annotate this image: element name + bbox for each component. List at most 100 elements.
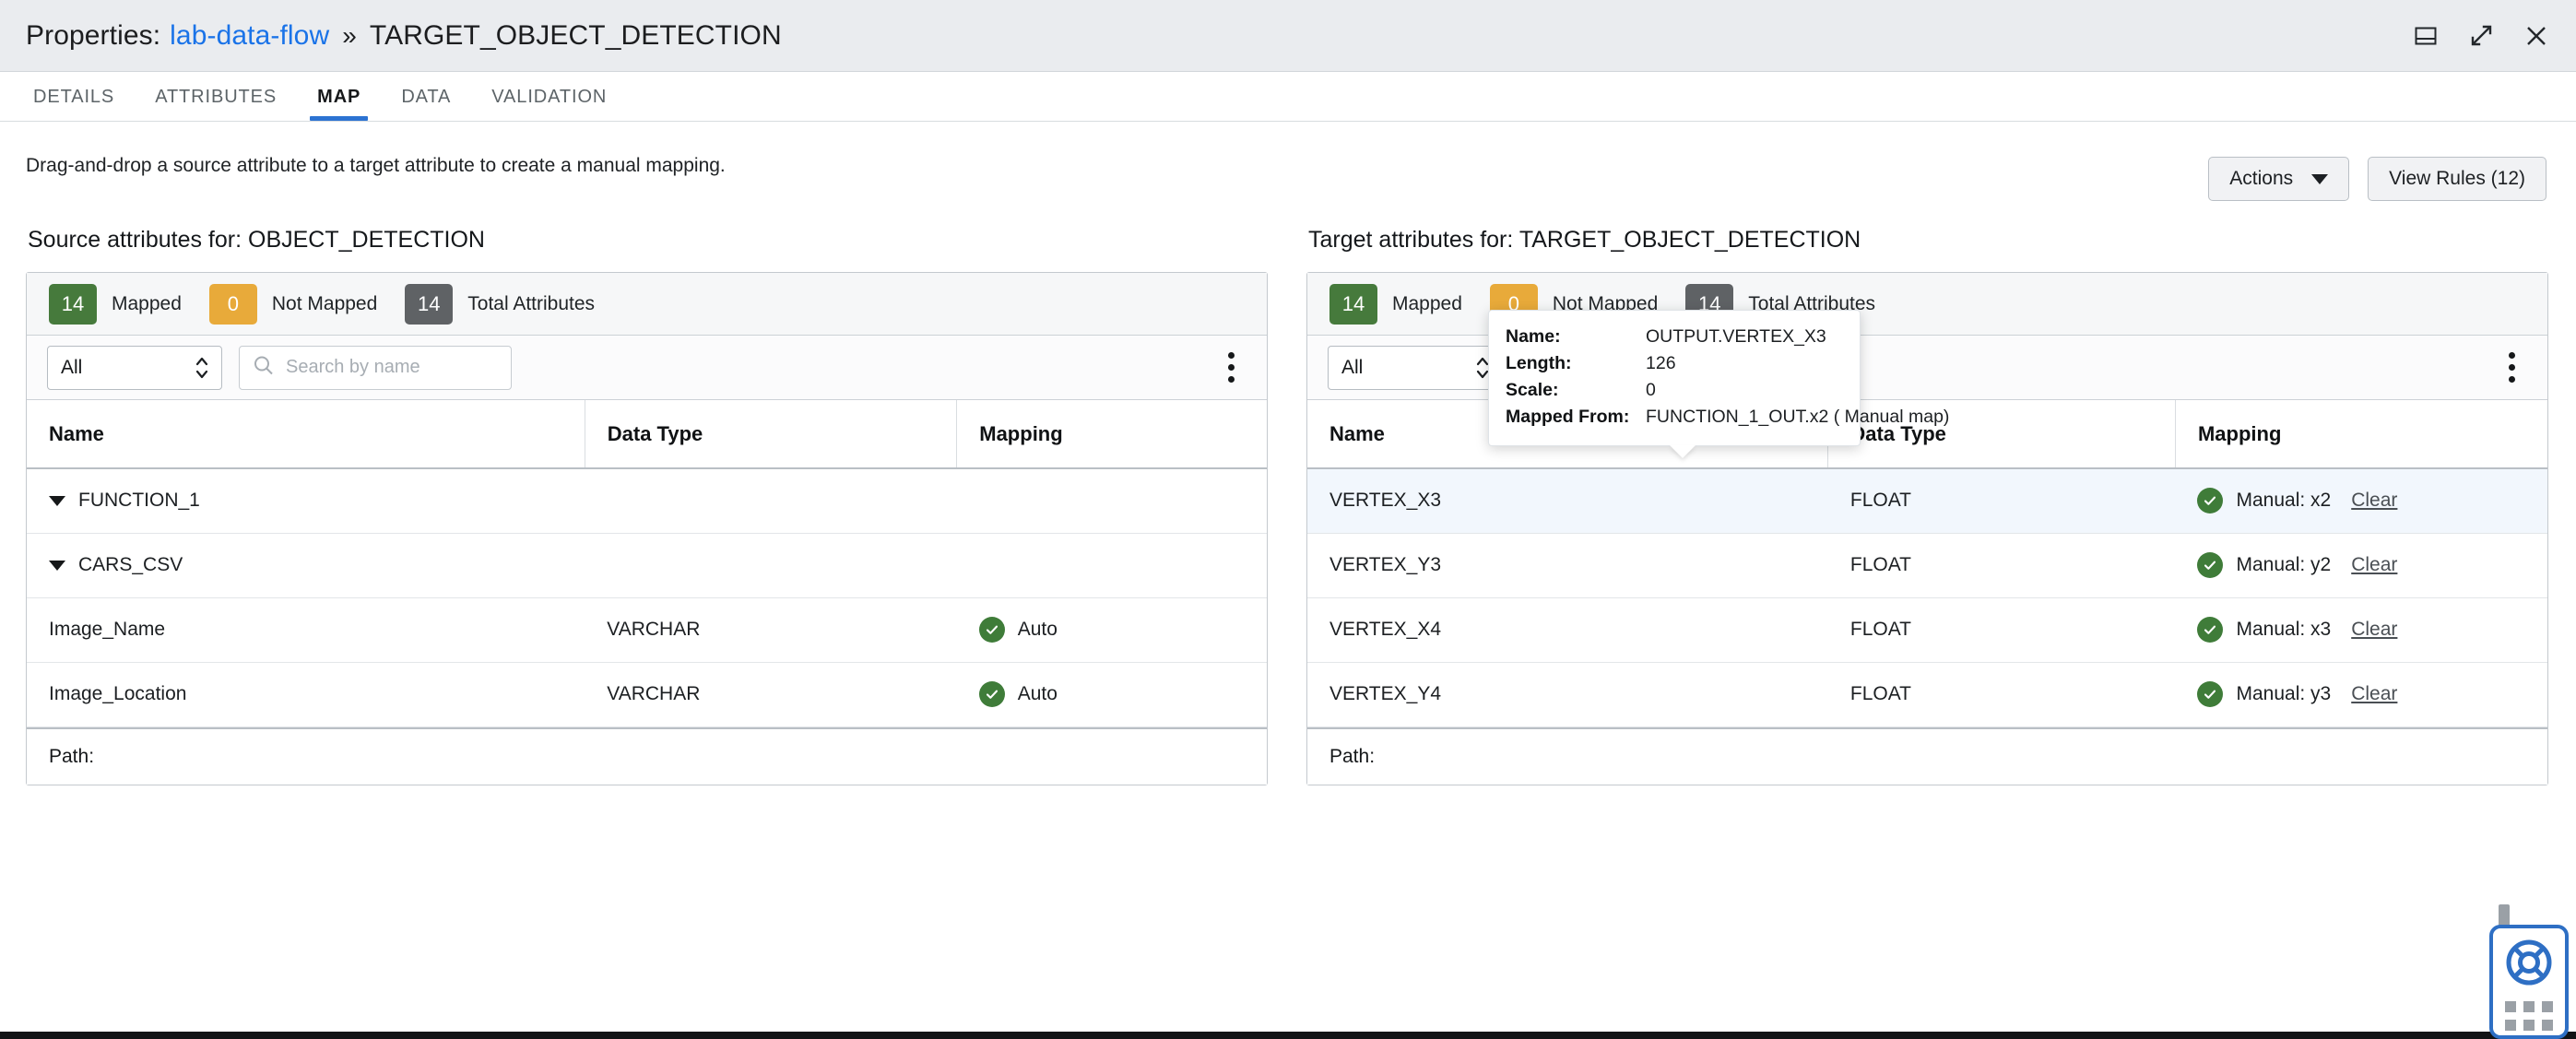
map-toolbar: Drag-and-drop a source attribute to a ta…: [0, 122, 2576, 210]
target-row-mapping: Manual: x3: [2236, 619, 2331, 641]
tooltip-row-length: Length: 126: [1506, 350, 1843, 377]
source-table-header-row: Name Data Type Mapping: [27, 400, 1267, 468]
drag-drop-hint: Drag-and-drop a source attribute to a ta…: [26, 155, 726, 177]
source-row-mapping: Auto: [1018, 619, 1058, 641]
tooltip-row-name: Name: OUTPUT.VERTEX_X3: [1506, 324, 1843, 350]
source-col-mapping[interactable]: Mapping: [957, 400, 1267, 468]
clear-mapping-link[interactable]: Clear: [2351, 683, 2397, 705]
source-panel-title: Source attributes for: OBJECT_DETECTION: [28, 227, 1268, 254]
target-row-mapping: Manual: y2: [2236, 554, 2331, 576]
source-mapped-count: 14: [49, 284, 97, 325]
clear-mapping-link[interactable]: Clear: [2351, 619, 2397, 641]
target-row-type: FLOAT: [1828, 597, 2176, 662]
target-row-name: VERTEX_X4: [1307, 597, 1828, 662]
source-col-data-type[interactable]: Data Type: [585, 400, 957, 468]
source-row-type: VARCHAR: [585, 597, 957, 662]
tab-map[interactable]: MAP: [297, 87, 381, 121]
tooltip-value-name: OUTPUT.VERTEX_X3: [1646, 324, 1826, 350]
window-title-bar: Properties: lab-data-flow » TARGET_OBJEC…: [0, 0, 2576, 72]
mapped-check-icon: [979, 617, 1005, 643]
table-row[interactable]: VERTEX_X3 FLOAT Manual: x2 Clear: [1307, 468, 2547, 533]
table-row[interactable]: Image_Location VARCHAR Auto: [27, 662, 1267, 726]
source-path-label: Path:: [49, 746, 94, 768]
mapped-check-icon: [2197, 617, 2223, 643]
view-rules-button[interactable]: View Rules (12): [2368, 157, 2546, 201]
actions-button[interactable]: Actions: [2208, 157, 2349, 201]
tooltip-row-scale: Scale: 0: [1506, 377, 1843, 404]
target-path-label: Path:: [1329, 746, 1375, 768]
breadcrumb-link-lab-data-flow[interactable]: lab-data-flow: [170, 20, 329, 52]
source-stat-total: 14 Total Attributes: [405, 284, 595, 325]
page-title-prefix: Properties:: [26, 20, 160, 52]
source-stat-not-mapped: 0 Not Mapped: [209, 284, 377, 325]
grid-dots-icon: [2505, 1001, 2553, 1031]
target-row-name: VERTEX_X3: [1307, 468, 1828, 533]
target-row-name: VERTEX_Y4: [1307, 662, 1828, 726]
source-row-name: Image_Location: [27, 662, 585, 726]
source-path-footer: Path:: [27, 727, 1267, 785]
split-view-icon[interactable]: [2410, 20, 2441, 52]
source-more-options-icon[interactable]: [1217, 350, 1245, 385]
tree-collapse-icon[interactable]: [49, 561, 65, 571]
tooltip-key-length: Length:: [1506, 350, 1646, 377]
source-row-mapping: Auto: [1018, 683, 1058, 705]
target-more-options-icon[interactable]: [2498, 350, 2525, 385]
table-row[interactable]: VERTEX_Y3 FLOAT Manual: y2 Clear: [1307, 533, 2547, 597]
table-row[interactable]: VERTEX_Y4 FLOAT Manual: y3 Clear: [1307, 662, 2547, 726]
attribute-tooltip: Name: OUTPUT.VERTEX_X3 Length: 126 Scale…: [1488, 310, 1861, 446]
target-panel-box: 14 Mapped 0 Not Mapped 14 Total Attribut…: [1306, 272, 2548, 785]
target-mapped-count: 14: [1329, 284, 1377, 325]
source-panel-box: 14 Mapped 0 Not Mapped 14 Total Attribut…: [26, 272, 1268, 785]
mapping-panels: Source attributes for: OBJECT_DETECTION …: [0, 210, 2576, 785]
source-mapped-label: Mapped: [112, 293, 182, 315]
target-mapped-label: Mapped: [1392, 293, 1462, 315]
source-search-input[interactable]: [239, 346, 512, 390]
target-filter-select-wrap: All: [1328, 346, 1503, 390]
target-stat-mapped: 14 Mapped: [1329, 284, 1462, 325]
bottom-status-bar: [0, 1032, 2576, 1039]
tab-validation[interactable]: VALIDATION: [471, 87, 627, 121]
source-row-type: [585, 468, 957, 533]
toolbar-buttons: Actions View Rules (12): [2208, 157, 2546, 201]
mapped-check-icon: [2197, 552, 2223, 578]
table-row[interactable]: VERTEX_X4 FLOAT Manual: x3 Clear: [1307, 597, 2547, 662]
source-row-name: FUNCTION_1: [78, 490, 200, 511]
expand-icon[interactable]: [2465, 20, 2497, 52]
table-row[interactable]: FUNCTION_1: [27, 468, 1267, 533]
table-row[interactable]: CARS_CSV: [27, 533, 1267, 597]
mapped-check-icon: [2197, 488, 2223, 514]
target-path-footer: Path:: [1307, 727, 2547, 785]
tab-data[interactable]: DATA: [381, 87, 471, 121]
target-row-type: FLOAT: [1828, 533, 2176, 597]
table-row[interactable]: Image_Name VARCHAR Auto: [27, 597, 1267, 662]
breadcrumb-current: TARGET_OBJECT_DETECTION: [370, 20, 782, 52]
tooltip-key-name: Name:: [1506, 324, 1646, 350]
target-filter-row: All Name: [1307, 336, 2547, 400]
tab-details[interactable]: DETAILS: [13, 87, 135, 121]
source-col-name[interactable]: Name: [27, 400, 585, 468]
actions-button-label: Actions: [2229, 168, 2293, 190]
tab-attributes[interactable]: ATTRIBUTES: [135, 87, 297, 121]
tree-collapse-icon[interactable]: [49, 496, 65, 506]
target-row-type: FLOAT: [1828, 662, 2176, 726]
target-filter-select[interactable]: All: [1328, 346, 1503, 390]
clear-mapping-link[interactable]: Clear: [2351, 554, 2397, 576]
source-total-count: 14: [405, 284, 453, 325]
source-not-mapped-label: Not Mapped: [272, 293, 377, 315]
tooltip-key-mapped-from: Mapped From:: [1506, 404, 1646, 431]
source-row-mapping: [957, 468, 1267, 533]
help-widget[interactable]: [2489, 925, 2569, 1039]
source-filter-row: All: [27, 336, 1267, 400]
target-row-type: FLOAT: [1828, 468, 2176, 533]
close-icon[interactable]: [2521, 20, 2552, 52]
tooltip-value-scale: 0: [1646, 377, 1656, 404]
target-col-mapping[interactable]: Mapping: [2175, 400, 2547, 468]
clear-mapping-link[interactable]: Clear: [2351, 490, 2397, 512]
source-filter-select[interactable]: All: [47, 346, 222, 390]
breadcrumb-separator-icon: »: [342, 21, 357, 51]
source-row-mapping: [957, 533, 1267, 597]
chevron-down-icon: [2311, 174, 2328, 184]
source-row-name: Image_Name: [27, 597, 585, 662]
tab-bar: DETAILS ATTRIBUTES MAP DATA VALIDATION: [0, 72, 2576, 122]
tooltip-key-scale: Scale:: [1506, 377, 1646, 404]
